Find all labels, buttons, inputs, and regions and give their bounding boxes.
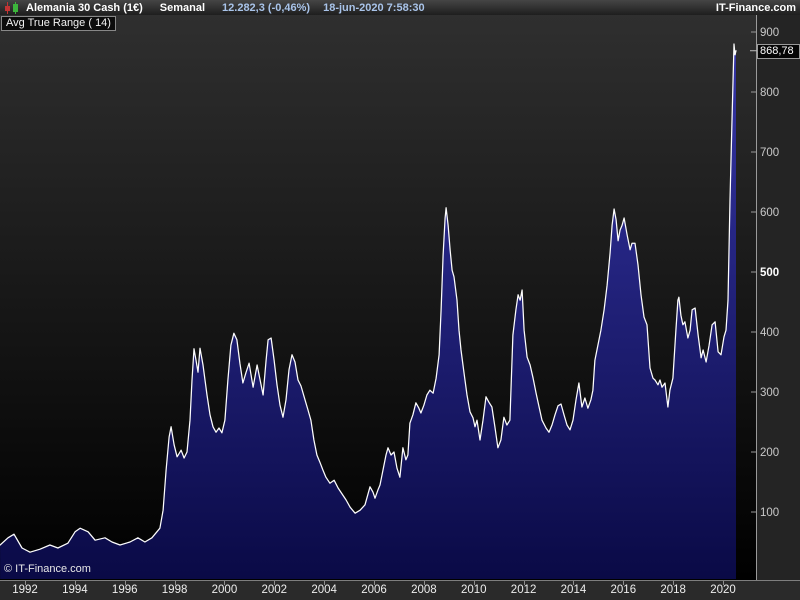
y-axis-label: 100: [760, 507, 779, 519]
y-axis-label: 600: [760, 207, 779, 219]
y-axis-label: 800: [760, 87, 779, 99]
y-axis-label: 200: [760, 447, 779, 459]
indicator-badge[interactable]: Avg True Range ( 14): [1, 16, 116, 31]
timeframe-label: Semanal: [159, 1, 206, 14]
x-axis-label: 1992: [12, 584, 38, 596]
y-axis-label: 500: [760, 267, 779, 279]
x-axis-label: 2000: [211, 584, 238, 596]
brand-label: IT-Finance.com: [715, 1, 796, 14]
x-axis-label: 1998: [161, 584, 188, 596]
last-quote: 12.282,3 (-0,46%): [222, 1, 311, 14]
atr-area-chart[interactable]: 100 200 300 400 500 600 700 800 900: [0, 15, 800, 580]
x-axis-label: 2006: [361, 584, 387, 596]
candlestick-icon: [3, 1, 21, 14]
y-axis-label: 300: [760, 387, 779, 399]
watermark: © IT-Finance.com: [4, 563, 91, 575]
time-axis[interactable]: 1992 1994 1996 1998 2000 2002 2004 2006 2008 2010…: [0, 580, 800, 600]
x-axis-label: 1996: [111, 584, 138, 596]
x-axis-label: 2008: [411, 584, 437, 596]
last-value-box: 868,78: [757, 44, 800, 59]
x-axis-label: 2002: [261, 584, 288, 596]
y-axis-label: 900: [760, 27, 779, 39]
x-axis-label: 2018: [660, 584, 686, 596]
x-axis-label: 2010: [460, 584, 487, 596]
x-axis-label: 2020: [710, 584, 736, 596]
top-status-bar: Alemania 30 Cash (1€) Semanal 12.282,3 (…: [0, 0, 800, 15]
quote-datetime: 18-jun-2020 7:58:30: [323, 1, 425, 14]
y-axis-label: 400: [760, 327, 779, 339]
instrument-name: Alemania 30 Cash (1€): [26, 1, 143, 14]
x-axis-label: 2014: [560, 584, 587, 596]
x-axis-label: 1994: [62, 584, 88, 596]
x-axis-label: 2004: [311, 584, 337, 596]
x-axis-label: 2012: [510, 584, 537, 596]
y-axis-label: 700: [760, 147, 779, 159]
x-axis-label: 2016: [610, 584, 637, 596]
chart-panel: 100 200 300 400 500 600 700 800 900 Avg True Ran…: [0, 15, 800, 580]
price-axis-background[interactable]: [757, 15, 800, 580]
